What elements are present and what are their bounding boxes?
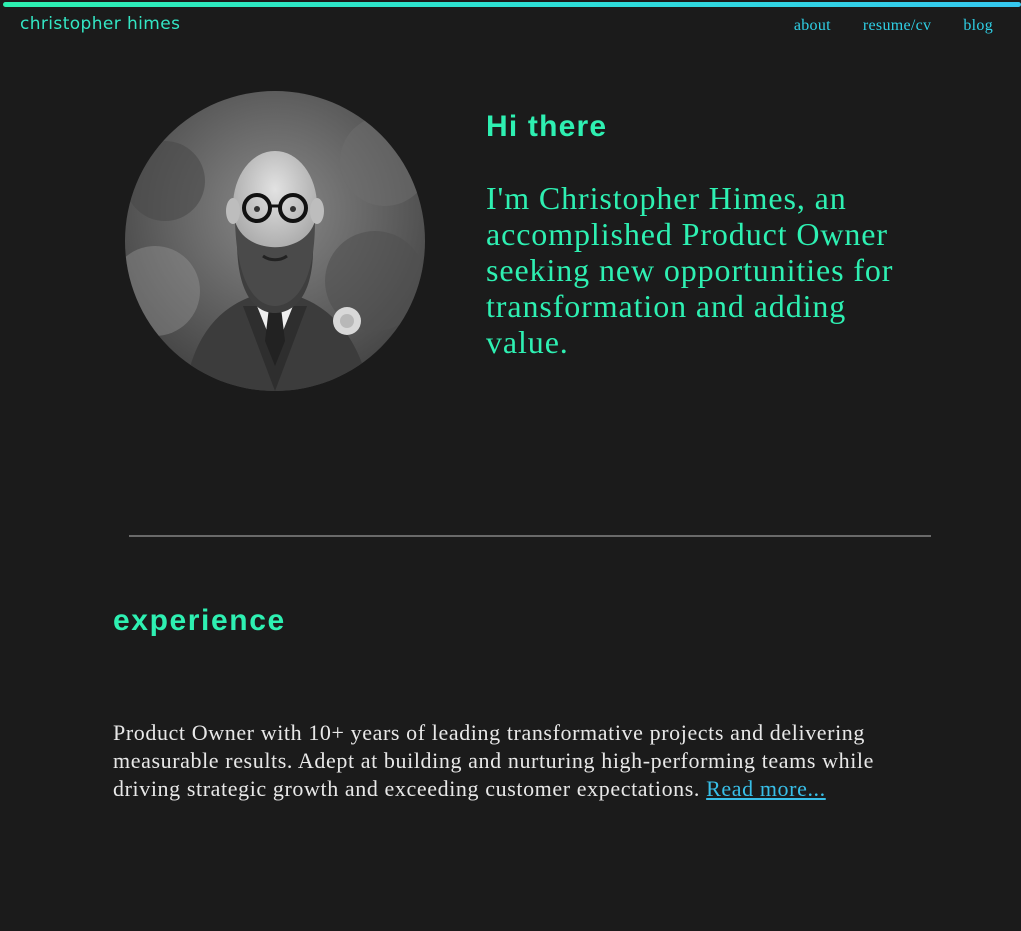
profile-photo-image [125,91,425,391]
hero-intro: I'm Christopher Himes, an accomplished P… [486,180,894,360]
section-divider [129,535,931,537]
read-more-link[interactable]: Read more... [706,776,826,801]
nav-link-blog[interactable]: blog [963,17,993,35]
profile-photo [125,91,425,391]
main-nav: about resume/cv blog [794,17,993,35]
experience-summary: Product Owner with 10+ years of leading … [113,719,893,803]
site-title-link[interactable]: christopher himes [20,14,180,34]
nav-link-resume[interactable]: resume/cv [863,17,931,35]
top-accent-bar [3,2,1021,7]
experience-heading: experience [113,604,286,637]
hero-heading: Hi there [486,110,608,143]
nav-link-about[interactable]: about [794,17,831,35]
